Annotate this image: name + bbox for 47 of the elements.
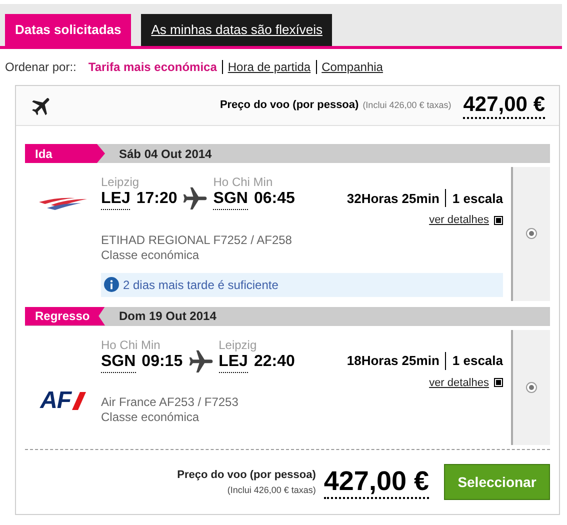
info-text: 2 dias mais tarde é suficiente [123,276,278,294]
flight-duration: 18Horas 25min [346,352,440,370]
sort-label: Ordenar por:: [5,59,76,76]
departure-time: 09:15 [142,352,183,372]
radio-button[interactable] [526,382,537,393]
details-link[interactable]: ver detalhes [429,212,489,228]
price-label: Preço do voo (por pessoa) [220,98,359,114]
stops-count: 1 escala [452,190,503,208]
city-name: Ho Chi Min [213,175,274,189]
departure-time: 17:20 [136,189,178,209]
city-name: Leipzig [218,338,258,352]
leg-date: Sáb 04 Out 2014 [119,146,212,162]
stops-count: 1 escala [452,352,503,370]
airport-code: SGN [101,352,136,372]
tab[interactable]: As minhas datas são flexíveis [141,14,332,46]
leg-tag: Regresso [25,306,105,326]
sort-option[interactable]: Companhia [322,58,383,76]
price-label: Preço do voo (por pessoa) [177,468,316,483]
details-link[interactable]: ver detalhes [429,374,489,391]
city-name: Ho Chi Min [101,338,162,352]
price: 427,00 € [463,92,545,118]
airline-logo: AF [40,358,86,445]
leg-date: Dom 19 Out 2014 [119,308,216,325]
taxes-note: (Inclui 426,00 € taxas) [227,484,316,497]
taxes-note: (Inclui 426,00 € taxas) [362,98,452,112]
info-icon [104,277,119,292]
popup-icon [494,378,503,388]
city-name: Leipzig [101,175,140,189]
popup-icon [494,216,503,225]
price: 427,00 € [324,465,429,499]
cabin-class: Classe económica [101,248,200,262]
flight-duration: 32Horas 25min [346,190,440,208]
leg-tag: Ida [25,144,105,163]
cabin-class: Classe económica [101,410,200,425]
airport-code: LEJ [218,352,248,372]
arrival-time: 22:40 [254,352,295,372]
plane-icon [186,348,215,376]
arrival-time: 06:45 [254,189,295,209]
radio-button[interactable] [526,228,537,240]
flight-number: Air France AF253 / F7253 [101,395,240,410]
tab[interactable]: Datas solicitadas [5,14,132,46]
flight-number: ETIHAD REGIONAL F7252 / AF258 [101,232,293,248]
sort-option[interactable]: Hora de partida [228,58,311,76]
airport-code: LEJ [101,189,130,210]
airline-logo [37,195,89,211]
airport-code: SGN [213,189,248,210]
sort-option[interactable]: Tarifa mais económica [88,58,217,76]
